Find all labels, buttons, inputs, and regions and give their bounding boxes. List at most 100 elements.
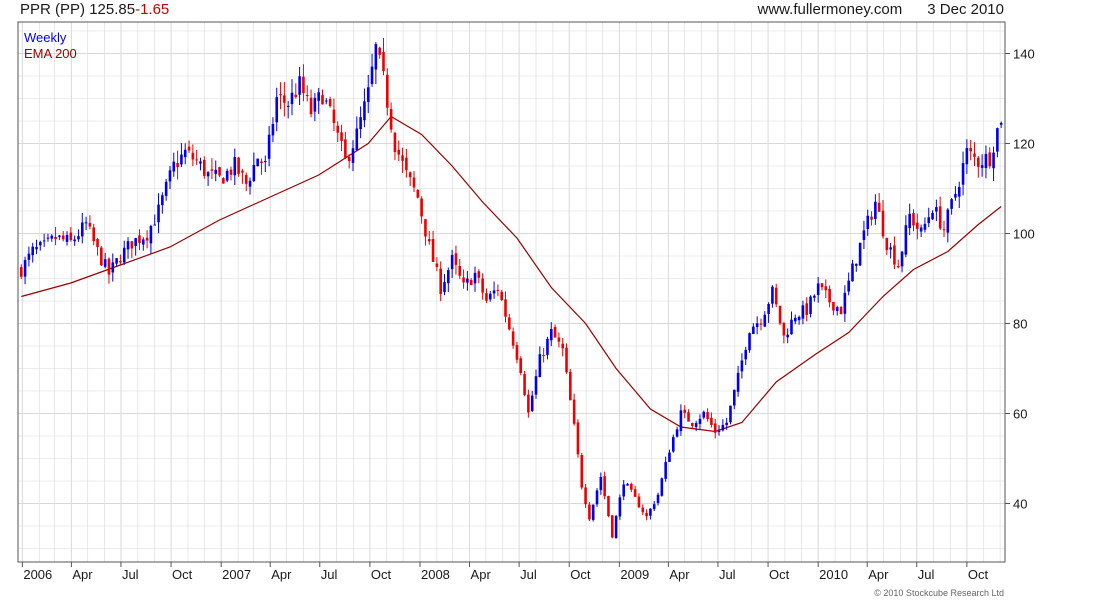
candle-down <box>424 219 427 246</box>
candle-body <box>668 452 671 462</box>
candle-down <box>241 168 244 184</box>
candle-up <box>443 274 446 296</box>
candle-body <box>553 327 557 338</box>
candle-down <box>607 495 610 518</box>
candle-body <box>431 239 435 262</box>
candle-down <box>431 230 435 263</box>
candle-up <box>126 237 130 259</box>
candle-down <box>412 171 416 193</box>
candle-body <box>595 490 599 505</box>
candle-body <box>134 238 137 246</box>
candle-body <box>725 422 728 426</box>
candle-down <box>321 89 324 105</box>
y-tick-label: 80 <box>1013 317 1027 332</box>
candle-up <box>626 482 629 486</box>
candle-body <box>832 302 835 311</box>
candle-up <box>325 98 328 105</box>
candle-down <box>839 306 843 315</box>
candle-up <box>652 501 656 511</box>
candle-up <box>595 488 599 507</box>
candle-body <box>317 92 320 101</box>
candle-body <box>576 422 580 455</box>
x-tick-label: 2010 <box>819 567 848 582</box>
candle-body <box>923 223 927 230</box>
candle-up <box>763 311 767 328</box>
candle-up <box>614 514 618 539</box>
candle-down <box>645 509 648 521</box>
candle-body <box>340 132 343 141</box>
candle-body <box>469 279 473 286</box>
candle-up <box>199 157 202 171</box>
candle-body <box>370 66 374 85</box>
candle-body <box>744 349 748 360</box>
candle-body <box>977 157 980 167</box>
candle-body <box>580 454 584 488</box>
candle-up <box>153 214 157 226</box>
candle-body <box>546 338 549 355</box>
candle-body <box>645 513 648 517</box>
x-tick-label: Oct <box>570 567 591 582</box>
candle-down <box>893 236 896 270</box>
candle-up <box>847 272 850 296</box>
x-tick-label: Oct <box>371 567 392 582</box>
candle-down <box>458 259 462 279</box>
candle-body <box>508 317 511 330</box>
candle-body <box>786 334 789 338</box>
x-tick-label: 2007 <box>222 567 251 582</box>
candle-down <box>515 341 519 364</box>
candle-body <box>664 461 667 479</box>
candle-up <box>27 246 31 267</box>
candle-body <box>965 148 969 165</box>
candle-body <box>488 293 492 300</box>
candle-up <box>447 267 450 293</box>
candle-up <box>664 456 667 482</box>
candle-body <box>19 267 23 277</box>
candle-down <box>896 259 900 269</box>
candle-body <box>424 219 427 237</box>
candle-body <box>294 94 298 98</box>
candle-body <box>427 239 431 242</box>
candle-body <box>309 97 313 115</box>
candle-body <box>61 235 65 240</box>
candle-body <box>702 411 706 418</box>
x-tick-label: Apr <box>669 567 690 582</box>
candle-body <box>92 227 96 242</box>
candle-body <box>477 271 481 278</box>
candle-up <box>698 414 702 429</box>
candle-body <box>710 417 713 426</box>
y-tick-label: 60 <box>1013 407 1027 422</box>
candle-body <box>290 92 294 105</box>
candle-down <box>405 148 408 178</box>
candle-up <box>786 328 789 344</box>
candle-body <box>721 424 725 431</box>
candle-up <box>42 233 46 248</box>
candle-down <box>305 85 309 102</box>
candle-down <box>870 211 873 226</box>
candle-down <box>828 285 831 308</box>
candle-body <box>305 95 309 97</box>
candle-body <box>637 496 641 508</box>
candle-body <box>439 268 442 295</box>
candle-body <box>980 165 984 168</box>
candle-up <box>80 213 84 244</box>
candle-body <box>874 201 877 220</box>
candle-up <box>801 300 805 325</box>
candle-body <box>839 306 843 315</box>
candle-body <box>145 237 149 241</box>
candle-body <box>260 161 263 164</box>
candle-up <box>115 258 118 267</box>
candle-down <box>569 369 572 401</box>
candle-up <box>858 242 862 266</box>
x-tick-label: Oct <box>172 567 193 582</box>
candle-down <box>877 193 881 212</box>
candle-down <box>912 209 915 232</box>
candle-down <box>973 142 976 167</box>
candle-up <box>23 256 27 285</box>
candle-body <box>39 242 42 246</box>
candle-down <box>176 150 179 180</box>
candle-body <box>862 230 866 241</box>
candle-up <box>50 234 54 242</box>
candle-down <box>610 514 614 539</box>
candle-down <box>553 324 557 338</box>
candle-down <box>565 343 568 374</box>
